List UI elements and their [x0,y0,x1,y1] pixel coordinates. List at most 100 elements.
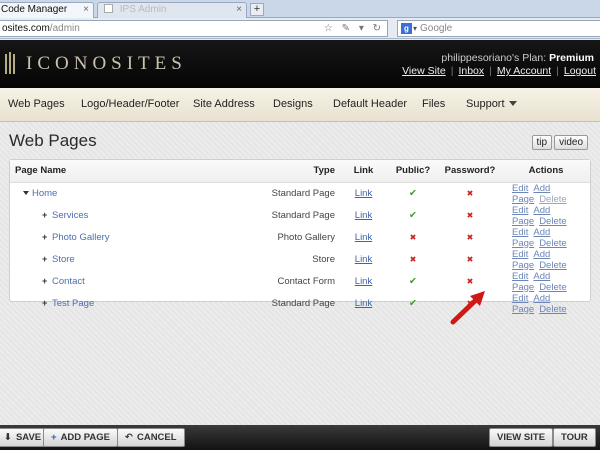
site-header: ICONOSITES philippesoriano's Plan: Premi… [0,40,600,88]
tour-button[interactable]: TOUR [553,428,596,447]
page-name-link[interactable]: Home [32,188,57,199]
expand-plus-icon[interactable]: + [42,298,52,308]
menu-item-site-address[interactable]: Site Address [193,98,255,110]
page-type: Photo Gallery [277,232,335,243]
page-type: Standard Page [271,210,335,221]
menu-item-web-pages[interactable]: Web Pages [8,98,65,110]
menu-item-logo-header-footer[interactable]: Logo/Header/Footer [81,98,179,110]
menu-item-files[interactable]: Files [422,98,445,110]
edit-link[interactable]: Edit [512,205,528,216]
delete-link[interactable]: Delete [539,260,566,271]
password-cross-icon[interactable]: ✖ [467,255,474,264]
separator: | [556,65,559,77]
page-type: Standard Page [271,298,335,309]
password-cross-icon[interactable]: ✖ [467,211,474,220]
password-cross-icon[interactable]: ✖ [467,189,474,198]
page-link[interactable]: Link [355,254,372,265]
page-link[interactable]: Link [355,210,372,221]
expand-plus-icon[interactable]: + [42,276,52,286]
view-site-link[interactable]: View Site [402,65,446,77]
browser-tab-label: Code Manager [1,4,68,15]
add-page-button[interactable]: + ADD PAGE [43,428,119,447]
column-header-type: Type [232,160,339,183]
view-site-button[interactable]: VIEW SITE [489,428,554,447]
search-input[interactable]: g ▾ Google [397,20,600,37]
delete-link[interactable]: Delete [539,216,566,227]
page-name-link[interactable]: Services [52,210,88,221]
table-row: + Services Standard Page Link ✔ ✖ Edit Add… [10,205,590,227]
menu-item-default-header[interactable]: Default Header [333,98,407,110]
page-type: Contact Form [277,276,335,287]
public-check-icon[interactable]: ✔ [409,276,417,287]
video-button[interactable]: video [554,135,588,150]
logout-link[interactable]: Logout [564,65,596,77]
edit-link[interactable]: Edit [512,227,528,238]
address-bar[interactable]: osites.com/admin ☆ ✎ ▾ ↻ [0,20,388,37]
close-icon[interactable]: × [83,3,89,17]
inbox-link[interactable]: Inbox [458,65,484,77]
plan-name: Premium [549,52,594,64]
plan-prefix: philippesoriano's Plan: [441,52,547,64]
browser-tab-admin[interactable]: IPS Admin × [97,2,247,18]
tip-button[interactable]: tip [531,135,553,150]
public-check-icon[interactable]: ✔ [409,188,417,199]
menu-item-support[interactable]: Support [466,98,517,110]
table-row: + Store Store Link ✖ ✖ Edit Add Page Delete [10,249,590,271]
page-title: Web Pages [9,131,97,150]
menu-item-label: Support [466,98,505,110]
new-tab-button[interactable]: + [250,3,264,16]
cancel-button[interactable]: ↶ CANCEL [117,428,185,447]
browser-tab-code-manager[interactable]: Code Manager × [0,2,94,18]
help-buttons: tip video [530,135,588,150]
page-name-link[interactable]: Contact [52,276,85,287]
menu-item-designs[interactable]: Designs [273,98,313,110]
url-path: /admin [49,23,80,34]
expand-plus-icon[interactable]: + [42,254,52,264]
edit-link[interactable]: Edit [512,183,528,194]
page-link[interactable]: Link [355,232,372,243]
browser-tab-bar: Code Manager × IPS Admin × + [0,0,600,18]
password-cross-icon[interactable]: ✖ [467,233,474,242]
logo-columns-icon [4,52,18,74]
favicon-icon [104,4,113,13]
google-icon[interactable]: g [401,23,412,34]
delete-link[interactable]: Delete [539,304,566,315]
password-cross-icon[interactable]: ✖ [467,277,474,286]
plus-icon: + [51,432,57,443]
delete-link[interactable]: Delete [539,282,566,293]
chevron-down-icon[interactable]: ▾ [413,21,417,36]
plan-info: philippesoriano's Plan: Premium [441,52,594,64]
delete-link[interactable]: Delete [539,238,566,249]
page-link[interactable]: Link [355,298,372,309]
page-link[interactable]: Link [355,188,372,199]
page-name-link[interactable]: Store [52,254,75,265]
edit-link[interactable]: Edit [512,271,528,282]
my-account-link[interactable]: My Account [497,65,551,77]
chevron-down-icon [508,101,517,106]
public-cross-icon[interactable]: ✖ [410,233,417,242]
edit-link[interactable]: Edit [512,293,528,304]
pages-table: Page Name Type Link Public? Password? Ac… [10,160,590,315]
collapse-triangle-icon[interactable] [23,191,29,195]
main-menu: Web Pages Logo/Header/Footer Site Addres… [0,88,600,122]
page-type: Store [312,254,335,265]
table-row: + Contact Contact Form Link ✔ ✖ Edit Add P… [10,271,590,293]
expand-plus-icon[interactable]: + [42,232,52,242]
address-bar-icons[interactable]: ☆ ✎ ▾ ↻ [324,21,384,36]
edit-link[interactable]: Edit [512,249,528,260]
logo-text: ICONOSITES [26,53,187,74]
page-link[interactable]: Link [355,276,372,287]
expand-plus-icon[interactable]: + [42,210,52,220]
public-check-icon[interactable]: ✔ [409,298,417,309]
close-icon[interactable]: × [236,3,242,17]
page-name-link[interactable]: Test Page [52,298,94,309]
page-name-cell: Home [10,182,232,205]
red-arrow-annotation [450,291,485,325]
public-cross-icon[interactable]: ✖ [410,255,417,264]
column-header-actions: Actions [502,160,590,183]
public-check-icon[interactable]: ✔ [409,210,417,221]
page-name-cell: + Test Page [10,293,232,315]
column-header-link: Link [339,160,388,183]
save-button[interactable]: ⬇ SAVE [0,428,50,447]
page-name-link[interactable]: Photo Gallery [52,232,110,243]
